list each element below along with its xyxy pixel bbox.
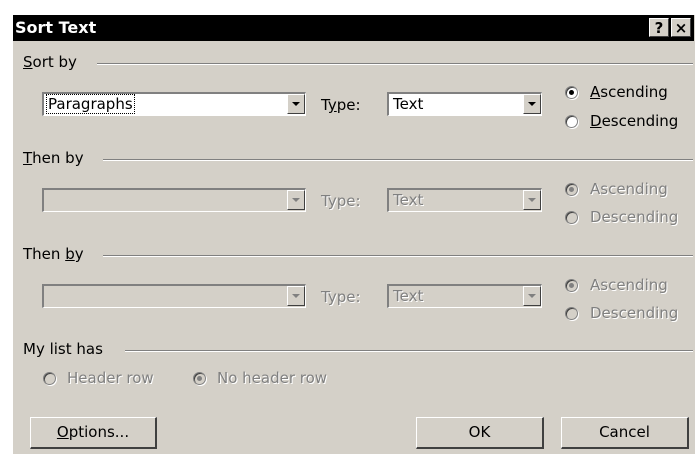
cancel-button[interactable]: Cancel (561, 417, 689, 449)
chevron-down-icon (528, 294, 536, 298)
then-by-2-ascending-label[interactable]: Ascending (590, 276, 668, 294)
no-header-row-radio[interactable] (193, 372, 206, 385)
then-by-2-field-combo[interactable] (42, 284, 306, 308)
then-by-1-ascending-radio[interactable] (565, 183, 578, 196)
then-by-1-ascending-label[interactable]: Ascending (590, 180, 668, 198)
radio-selected-dot (569, 283, 574, 288)
sort-by-type-combo[interactable]: Text (387, 92, 542, 116)
sort-by-type-dropdown-button[interactable] (523, 94, 541, 114)
title-bar: Sort Text ? × (13, 15, 694, 41)
dialog-title: Sort Text (15, 18, 97, 37)
sort-by-field-dropdown-button[interactable] (287, 94, 305, 114)
then-by-2-type-label: Type: (321, 288, 361, 306)
then-by-1-type-label: Type: (321, 192, 361, 210)
chevron-down-icon (528, 102, 536, 106)
then-by-1-descending-label[interactable]: Descending (590, 208, 678, 226)
radio-selected-dot (197, 376, 202, 381)
chevron-down-icon (292, 294, 300, 298)
sort-by-field-combo[interactable]: Paragraphs (42, 92, 306, 116)
then-by-1-type-value: Text (393, 191, 424, 209)
then-by-1-descending-radio[interactable] (565, 211, 578, 224)
sort-by-type-label: Type: (321, 96, 361, 114)
help-icon: ? (654, 19, 664, 37)
then-by-2-ascending-radio[interactable] (565, 279, 578, 292)
close-icon: × (674, 19, 688, 37)
then-by-2-divider (103, 255, 693, 257)
then-by-2-type-combo[interactable]: Text (387, 284, 542, 308)
then-by-2-field-dropdown-button[interactable] (287, 286, 305, 306)
then-by-2-type-value: Text (393, 287, 424, 305)
then-by-2-descending-label[interactable]: Descending (590, 304, 678, 322)
my-list-has-divider (125, 350, 693, 352)
then-by-1-divider (103, 159, 693, 161)
sort-by-ascending-label[interactable]: Ascending (590, 83, 668, 101)
radio-selected-dot (569, 90, 574, 95)
close-button[interactable]: × (671, 18, 691, 37)
then-by-2-group-label: Then by (23, 245, 84, 263)
then-by-2-type-dropdown-button[interactable] (523, 286, 541, 306)
then-by-2-descending-radio[interactable] (565, 307, 578, 320)
sort-by-type-value: Text (393, 95, 424, 113)
help-button[interactable]: ? (649, 18, 669, 37)
then-by-1-type-combo[interactable]: Text (387, 188, 542, 212)
header-row-label[interactable]: Header row (67, 369, 154, 387)
chevron-down-icon (292, 102, 300, 106)
options-button[interactable]: Options... (30, 417, 157, 449)
no-header-row-label[interactable]: No header row (217, 369, 327, 387)
chevron-down-icon (292, 198, 300, 202)
sort-text-dialog: Sort Text ? × Sort by Paragraphs Type: T… (12, 14, 695, 454)
sort-by-ascending-radio[interactable] (565, 86, 578, 99)
my-list-has-group-label: My list has (23, 340, 103, 358)
radio-selected-dot (569, 187, 574, 192)
sort-by-descending-label[interactable]: Descending (590, 112, 678, 130)
sort-by-divider (97, 63, 693, 65)
then-by-1-type-dropdown-button[interactable] (523, 190, 541, 210)
chevron-down-icon (528, 198, 536, 202)
sort-by-field-value: Paragraphs (46, 94, 135, 114)
sort-by-group-label: Sort by (23, 53, 77, 71)
header-row-radio[interactable] (43, 372, 56, 385)
sort-by-descending-radio[interactable] (565, 115, 578, 128)
then-by-1-group-label: Then by (23, 149, 84, 167)
then-by-1-field-dropdown-button[interactable] (287, 190, 305, 210)
ok-button[interactable]: OK (416, 417, 544, 449)
then-by-1-field-combo[interactable] (42, 188, 306, 212)
